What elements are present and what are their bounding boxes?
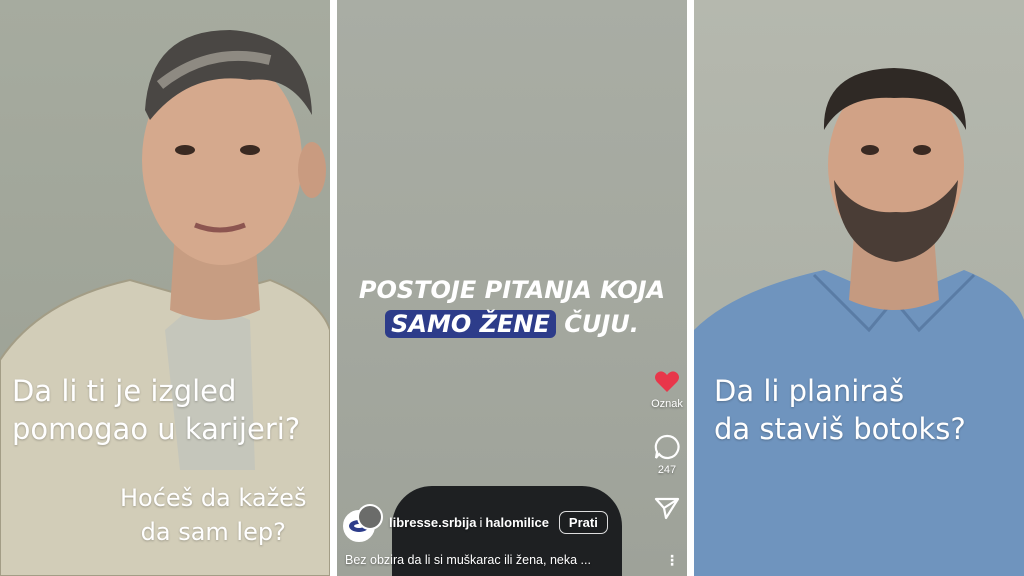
reel-video-frame[interactable]: POSTOJE PITANJA KOJA SAMO ŽENE ČUJU. Ozn… xyxy=(337,0,687,576)
account-row: libresse.srbija i halomilice Prati xyxy=(343,504,608,542)
more-options-icon[interactable]: ⋮ xyxy=(665,554,679,568)
reel-headline: POSTOJE PITANJA KOJA SAMO ŽENE ČUJU. xyxy=(337,273,687,341)
caption-line: pomogao u karijeri? xyxy=(12,412,301,446)
post-caption[interactable]: Bez obzira da li si muškarac ili žena, n… xyxy=(345,553,591,567)
send-icon[interactable] xyxy=(654,496,680,520)
caption-line: da sam lep? xyxy=(140,518,286,546)
like-label: Oznak xyxy=(651,398,683,410)
left-question-caption: Da li ti je izgled pomogao u karijeri? xyxy=(12,372,300,448)
headline-rest: ČUJU. xyxy=(555,310,639,338)
left-video-frame: Da li ti je izgled pomogao u karijeri? H… xyxy=(0,0,330,576)
man-portrait-illustration xyxy=(694,68,1024,576)
account-secondary[interactable]: halomilice xyxy=(485,515,549,530)
caption-line: Da li ti je izgled xyxy=(12,374,237,408)
follow-button[interactable]: Prati xyxy=(558,510,608,534)
comment-icon[interactable] xyxy=(654,434,680,460)
headline-line-1: POSTOJE PITANJA KOJA xyxy=(358,276,666,304)
account-joiner: i xyxy=(479,514,483,530)
panel-divider xyxy=(330,0,337,576)
caption-line: da staviš botoks? xyxy=(714,412,966,446)
account-names[interactable]: libresse.srbija i halomilice xyxy=(389,515,549,530)
panel-divider xyxy=(687,0,694,576)
halomilice-avatar[interactable] xyxy=(357,504,383,530)
comment-action[interactable]: 247 xyxy=(654,434,680,476)
reel-action-bar: Oznak 247 xyxy=(647,370,687,534)
account-avatars[interactable] xyxy=(343,504,383,542)
share-action[interactable] xyxy=(654,496,680,520)
comment-count: 247 xyxy=(657,464,677,476)
caption-line: Hoćeš da kažeš xyxy=(120,484,307,512)
like-action[interactable]: Oznak xyxy=(651,370,683,410)
left-answer-caption: Hoćeš da kažeš da sam lep? xyxy=(120,481,306,549)
caption-line: Da li planiraš xyxy=(714,374,905,408)
heart-icon[interactable] xyxy=(654,370,680,394)
right-question-caption: Da li planiraš da staviš botoks? xyxy=(714,372,966,448)
right-video-frame: Da li planiraš da staviš botoks? xyxy=(694,0,1024,576)
account-primary[interactable]: libresse.srbija xyxy=(389,515,476,530)
headline-highlight: SAMO ŽENE xyxy=(385,310,556,338)
